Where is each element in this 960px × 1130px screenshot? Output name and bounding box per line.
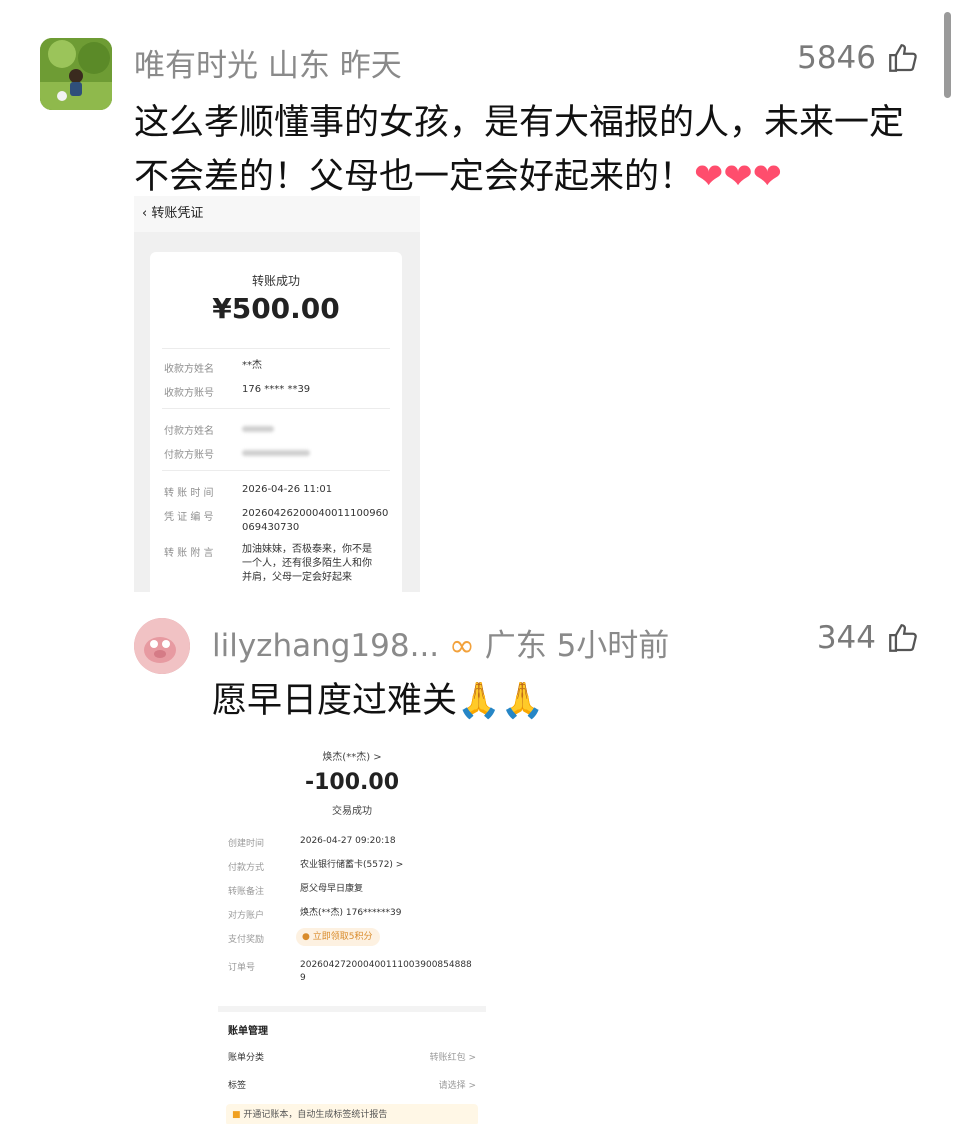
tag-label: 标签 bbox=[228, 1081, 247, 1091]
comment-meta: lilyzhang198... ∞ 广东 5小时前 bbox=[212, 620, 669, 665]
chevron-left-icon: ‹ bbox=[142, 206, 148, 221]
category-value: 转账红包 > bbox=[429, 1053, 476, 1063]
receipt-header: ‹ 转账凭证 bbox=[134, 196, 420, 232]
location: 广东 bbox=[484, 628, 547, 664]
payee-name: 焕杰(**杰) > bbox=[322, 752, 382, 763]
category-label: 账单分类 bbox=[228, 1053, 265, 1063]
reward-badge: ● 立即领取5积分 bbox=[296, 928, 381, 946]
comment-text: 愿早日度过难关🙏🙏 bbox=[212, 676, 544, 726]
username[interactable]: lilyzhang198... bbox=[212, 628, 439, 664]
pray-emoji: 🙏🙏 bbox=[457, 681, 545, 721]
payment-summary: 焕杰(**杰) > -100.00 交易成功 创建时间 2026-04-27 0… bbox=[218, 738, 486, 1006]
transfer-amount: ¥500.00 bbox=[212, 292, 340, 325]
row-value: **杰 bbox=[242, 360, 262, 371]
infinity-badge-icon: ∞ bbox=[449, 628, 475, 664]
comment-line: 愿早日度过难关 bbox=[212, 681, 458, 721]
like-button[interactable]: 344 bbox=[817, 620, 920, 656]
row-label: 收款方账号 bbox=[164, 388, 214, 399]
row-label: 凭 证 编 号 bbox=[164, 512, 214, 523]
row-label: 订单号 bbox=[228, 963, 256, 973]
row-label: 付款方姓名 bbox=[164, 426, 214, 437]
thumb-up-icon bbox=[889, 624, 917, 652]
like-count: 5846 bbox=[797, 40, 876, 76]
row-value: 176 **** **39 bbox=[242, 384, 311, 395]
tag-value: 请选择 > bbox=[438, 1081, 476, 1091]
row-label: 支付奖励 bbox=[228, 935, 265, 945]
avatar[interactable] bbox=[134, 618, 190, 674]
bill-management: 账单管理 账单分类 转账红包 > 标签 请选择 > ■ 开通记账本，自动生成标签… bbox=[218, 1012, 486, 1124]
divider bbox=[162, 348, 390, 349]
location: 山东 bbox=[267, 48, 330, 84]
comment-text: 这么孝顺懂事的女孩，是有大福报的人，未来一定 不会差的！父母也一定会好起来的！❤… bbox=[134, 96, 934, 204]
row-value: 愿父母早日康复 bbox=[300, 884, 364, 894]
section-title: 账单管理 bbox=[228, 1026, 268, 1037]
transfer-status: 转账成功 bbox=[251, 274, 300, 288]
timestamp: 昨天 bbox=[339, 48, 402, 84]
receipt-card: 转账成功 ¥500.00 收款方姓名 **杰 收款方账号 176 **** **… bbox=[150, 252, 402, 592]
receipt-title: 转账凭证 bbox=[151, 206, 204, 221]
comment-meta: 唯有时光 山东 昨天 bbox=[134, 40, 402, 85]
row-value: 加油妹妹，否极泰来，你不是 一个人，还有很多陌生人和你 并肩，父母一定会好起来 bbox=[242, 544, 372, 583]
row-label: 付款方账号 bbox=[164, 450, 214, 461]
row-label: 收款方姓名 bbox=[164, 364, 214, 375]
row-value: 2026-04-27 09:20:18 bbox=[300, 836, 396, 846]
coin-icon: ● bbox=[302, 932, 313, 942]
comment-line: 这么孝顺懂事的女孩，是有大福报的人，未来一定 bbox=[134, 103, 905, 143]
heart-emoji: ❤❤❤ bbox=[694, 157, 782, 197]
row-label: 对方账户 bbox=[228, 911, 265, 921]
timestamp: 5小时前 bbox=[556, 628, 670, 664]
row-value: 焕杰(**杰) 176******39 bbox=[300, 908, 402, 918]
ledger-icon: ■ bbox=[232, 1110, 244, 1120]
scrollbar[interactable] bbox=[944, 12, 951, 98]
row-label: 付款方式 bbox=[228, 863, 265, 873]
row-value: 20260426200040011100960 069430730 bbox=[242, 508, 389, 533]
row-label: 转 账 时 间 bbox=[164, 488, 214, 499]
payment-amount: -100.00 bbox=[304, 770, 400, 795]
row-value: 农业银行储蓄卡(5572) > bbox=[300, 860, 404, 870]
row-value: 2026-04-26 11:01 bbox=[242, 484, 333, 495]
thumb-up-icon bbox=[889, 44, 917, 72]
row-label: 转 账 附 言 bbox=[164, 548, 214, 559]
username[interactable]: 唯有时光 bbox=[134, 48, 258, 84]
payment-status: 交易成功 bbox=[332, 806, 372, 817]
promo-banner: ■ 开通记账本，自动生成标签统计报告 bbox=[226, 1104, 478, 1124]
transfer-receipt-image[interactable]: ‹ 转账凭证 转账成功 ¥500.00 收款方姓名 **杰 收款方账号 176 … bbox=[134, 196, 420, 592]
like-button[interactable]: 5846 bbox=[797, 40, 920, 76]
divider bbox=[162, 408, 390, 409]
row-label: 创建时间 bbox=[228, 839, 265, 849]
payment-record-image[interactable]: 焕杰(**杰) > -100.00 交易成功 创建时间 2026-04-27 0… bbox=[218, 738, 486, 1124]
blurred-value bbox=[242, 426, 274, 432]
blurred-value bbox=[242, 450, 310, 456]
divider bbox=[162, 470, 390, 471]
row-value: 202604272000400111003900854888 9 bbox=[300, 960, 472, 983]
like-count: 344 bbox=[816, 620, 876, 656]
avatar[interactable] bbox=[40, 38, 112, 110]
row-label: 转账备注 bbox=[228, 887, 265, 897]
